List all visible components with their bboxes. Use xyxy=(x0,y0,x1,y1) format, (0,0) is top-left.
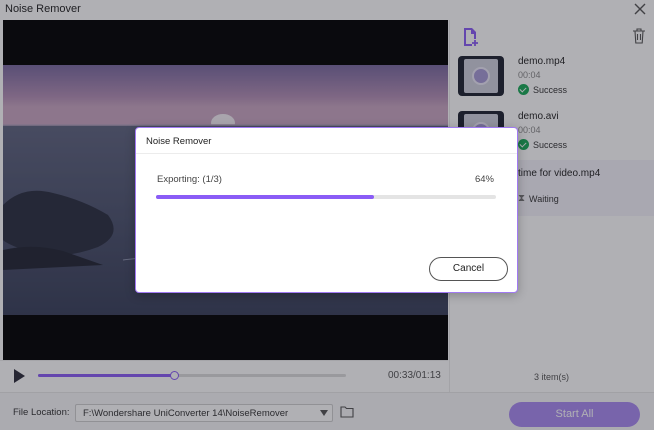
export-dialog: Noise Remover Exporting: (1/3) 64% Cance… xyxy=(135,127,518,293)
export-progress-bar xyxy=(156,195,496,199)
dialog-divider xyxy=(136,153,517,154)
cancel-button[interactable]: Cancel xyxy=(429,257,508,281)
export-percent: 64% xyxy=(474,174,494,185)
export-progress-fill xyxy=(156,195,374,199)
dialog-title: Noise Remover xyxy=(146,136,212,147)
export-status: Exporting: (1/3) xyxy=(157,174,222,185)
